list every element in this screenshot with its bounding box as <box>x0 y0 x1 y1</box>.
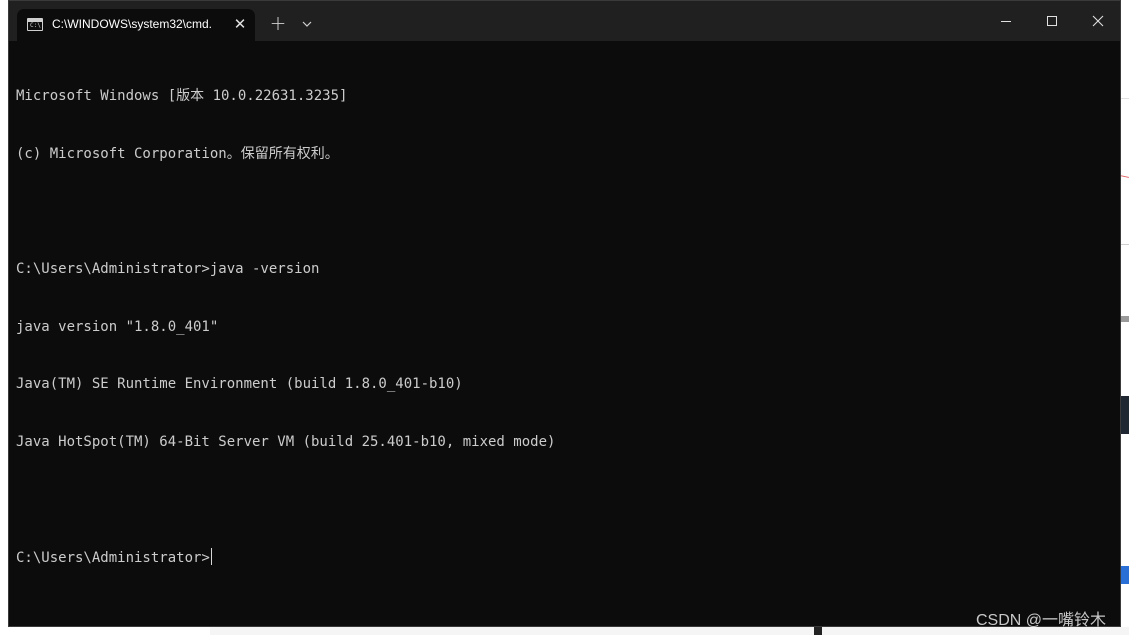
maximize-icon <box>1047 16 1057 26</box>
text-cursor <box>210 548 212 566</box>
background-divider <box>1121 98 1129 99</box>
background-decoration <box>1121 316 1129 322</box>
minimize-icon <box>1001 21 1011 22</box>
background-divider <box>1121 244 1129 245</box>
background-decoration <box>1121 566 1129 584</box>
terminal-icon: C:\ <box>27 18 43 31</box>
tab-title: C:\WINDOWS\system32\cmd. <box>52 17 213 31</box>
console-line: C:\Users\Administrator>java -version <box>16 261 320 278</box>
background-decoration <box>814 627 822 635</box>
close-icon <box>1092 15 1104 27</box>
console-line: Java(TM) SE Runtime Environment (build 1… <box>16 376 463 393</box>
console-line: Java HotSpot(TM) 64-Bit Server VM (build… <box>16 433 556 450</box>
chevron-down-icon <box>302 21 312 27</box>
title-bar[interactable]: C:\ C:\WINDOWS\system32\cmd. ✕ + <box>9 1 1120 41</box>
background-decoration <box>1119 175 1129 178</box>
new-tab-button[interactable]: + <box>267 13 289 35</box>
close-window-button[interactable] <box>1075 1 1120 41</box>
watermark-text: CSDN @一嘴铃木 <box>976 612 1107 629</box>
tab-cmd[interactable]: C:\ C:\WINDOWS\system32\cmd. ✕ <box>17 9 255 41</box>
console-output[interactable]: Microsoft Windows [版本 10.0.22631.3235] (… <box>16 49 1106 619</box>
plus-icon: + <box>269 11 287 35</box>
background-decoration <box>1121 396 1129 434</box>
maximize-button[interactable] <box>1029 1 1075 41</box>
terminal-window: C:\ C:\WINDOWS\system32\cmd. ✕ + Microso… <box>8 0 1121 627</box>
console-line: java version "1.8.0_401" <box>16 318 219 335</box>
console-line: (c) Microsoft Corporation。保留所有权利。 <box>16 146 339 162</box>
terminal-icon-label: C:\ <box>30 22 41 29</box>
console-line: Microsoft Windows [版本 10.0.22631.3235] <box>16 88 348 105</box>
prompt-text: C:\Users\Administrator> <box>16 550 210 567</box>
close-tab-button[interactable]: ✕ <box>231 15 249 33</box>
minimize-button[interactable] <box>983 1 1029 41</box>
close-icon: ✕ <box>233 15 247 33</box>
prompt-line[interactable]: C:\Users\Administrator> <box>16 548 1106 567</box>
scrollbar[interactable] <box>1114 41 1120 626</box>
tab-dropdown-button[interactable] <box>299 16 315 32</box>
